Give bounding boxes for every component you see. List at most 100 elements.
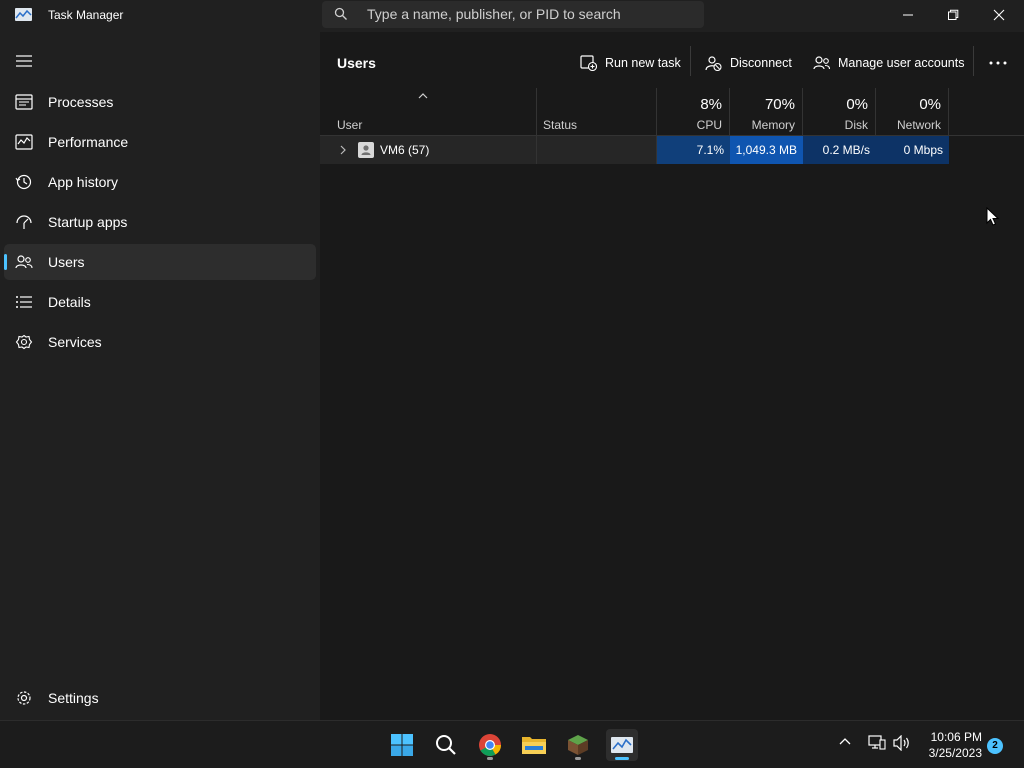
page-title: Users [337, 55, 376, 71]
taskbar-task-manager-button[interactable] [606, 729, 638, 761]
mouse-cursor-icon [986, 207, 1000, 226]
task-manager-icon [611, 737, 633, 753]
sidebar-item-label: Startup apps [48, 214, 128, 230]
sidebar-item-label: Users [48, 254, 85, 270]
taskbar: 10:06 PM 3/25/2023 2 [0, 720, 1024, 768]
task-manager-app-icon [15, 8, 32, 21]
sidebar-item-details[interactable]: Details [4, 284, 316, 320]
clock-time[interactable]: 10:06 PM [920, 730, 982, 744]
taskbar-search-button[interactable] [430, 729, 462, 761]
running-indicator [615, 757, 629, 760]
services-icon [15, 334, 33, 350]
title-bar: Task Manager Type a name, publisher, or … [0, 0, 1024, 32]
manage-user-accounts-label: Manage user accounts [838, 56, 965, 70]
disconnect-button[interactable]: Disconnect [705, 52, 792, 74]
grass-block-icon [568, 735, 588, 755]
table-row[interactable]: VM6 (57) 7.1% 1,049.3 MB 0.2 MB/s 0 Mbps [320, 136, 949, 164]
expand-chevron-icon[interactable] [339, 144, 347, 156]
close-icon [993, 9, 1005, 21]
startup-apps-icon [16, 215, 32, 229]
search-placeholder: Type a name, publisher, or PID to search [367, 6, 621, 22]
running-indicator [575, 757, 581, 760]
sidebar-item-startup-apps[interactable]: Startup apps [4, 204, 316, 240]
memory-cell: 1,049.3 MB [730, 136, 803, 164]
processes-icon [15, 94, 33, 110]
folder-icon [522, 737, 546, 754]
sidebar-item-app-history[interactable]: App history [4, 164, 316, 200]
show-hidden-icons-icon[interactable] [838, 735, 852, 749]
column-header-status[interactable]: Status [537, 88, 657, 136]
column-label: Network [896, 118, 941, 132]
column-header-memory[interactable]: 70% Memory [730, 88, 803, 136]
more-options-icon[interactable] [984, 56, 1012, 70]
sidebar: Processes Performance App history Startu… [0, 32, 320, 720]
close-button[interactable] [976, 0, 1022, 30]
column-label: CPU [696, 118, 722, 132]
column-header-cpu[interactable]: 8% CPU [657, 88, 730, 136]
column-header-disk[interactable]: 0% Disk [803, 88, 876, 136]
taskbar-chrome-button[interactable] [474, 729, 506, 761]
sidebar-item-performance[interactable]: Performance [4, 124, 316, 160]
network-icon[interactable] [868, 735, 886, 751]
network-total-percent: 0% [919, 96, 941, 113]
command-separator [973, 46, 974, 76]
user-cell: VM6 (57) [320, 136, 537, 164]
minimize-button[interactable] [885, 0, 931, 30]
sidebar-item-label: App history [48, 174, 119, 190]
user-avatar-icon [358, 142, 374, 158]
search-input[interactable]: Type a name, publisher, or PID to search [322, 1, 704, 28]
start-button[interactable] [386, 729, 418, 761]
column-header-user[interactable]: User [320, 88, 537, 136]
restore-button[interactable] [930, 0, 976, 30]
settings-label: Settings [48, 690, 99, 706]
disconnect-label: Disconnect [730, 56, 792, 70]
windows-logo-icon [391, 734, 413, 756]
sidebar-item-settings[interactable]: Settings [4, 680, 316, 716]
sidebar-item-label: Services [48, 334, 102, 350]
hamburger-menu-icon[interactable] [16, 54, 32, 68]
status-cell [537, 136, 657, 164]
users-icon [15, 255, 33, 269]
sort-ascending-icon [418, 93, 428, 99]
sidebar-item-services[interactable]: Services [4, 324, 316, 360]
column-label: Memory [751, 118, 795, 132]
notification-badge[interactable]: 2 [987, 738, 1003, 754]
active-indicator [4, 254, 7, 270]
taskbar-file-explorer-button[interactable] [518, 729, 550, 761]
manage-user-accounts-button[interactable]: Manage user accounts [813, 52, 964, 74]
cpu-total-percent: 8% [700, 96, 722, 113]
run-new-task-icon [580, 55, 597, 71]
clock-date[interactable]: 3/25/2023 [920, 746, 982, 760]
minimize-icon [903, 14, 913, 16]
column-label: Disk [844, 118, 868, 132]
details-icon [16, 296, 32, 308]
volume-icon[interactable] [893, 735, 911, 751]
user-name: VM6 (57) [380, 143, 430, 157]
taskbar-minecraft-button[interactable] [562, 729, 594, 761]
performance-icon [15, 134, 33, 150]
memory-total-percent: 70% [764, 96, 795, 113]
network-cell: 0 Mbps [876, 136, 949, 164]
manage-user-accounts-icon [813, 56, 830, 70]
restore-icon [948, 9, 959, 20]
disconnect-icon [705, 56, 722, 71]
main-panel: Users Run new task Disconnect Manage use… [320, 32, 1024, 720]
sidebar-item-users[interactable]: Users [4, 244, 316, 280]
column-header-network[interactable]: 0% Network [876, 88, 949, 136]
running-indicator [487, 757, 493, 760]
settings-gear-icon [17, 691, 31, 705]
sidebar-item-processes[interactable]: Processes [4, 84, 316, 120]
table-header: User Status 8% CPU 70% Memory 0% Disk 0%… [320, 88, 1024, 136]
app-title: Task Manager [48, 8, 124, 22]
chrome-icon [479, 734, 501, 756]
run-new-task-button[interactable]: Run new task [580, 52, 681, 74]
sidebar-item-label: Details [48, 294, 91, 310]
cpu-cell: 7.1% [657, 136, 730, 164]
search-icon [436, 735, 456, 755]
disk-cell: 0.2 MB/s [803, 136, 876, 164]
sidebar-item-label: Performance [48, 134, 129, 150]
search-icon [334, 7, 347, 20]
command-separator [690, 46, 691, 76]
app-history-icon [15, 174, 32, 190]
column-label: Status [543, 118, 578, 132]
